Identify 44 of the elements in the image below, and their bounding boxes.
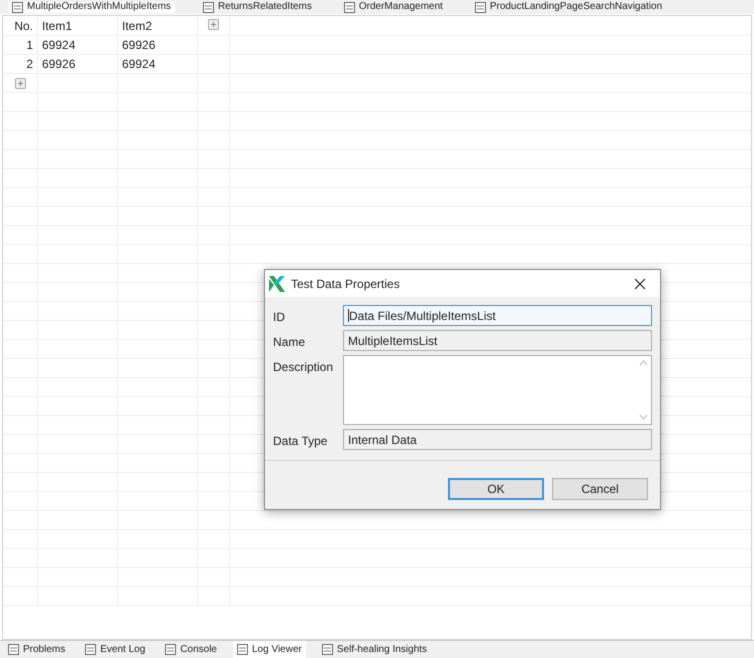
table-cell: 69926 [38,55,118,73]
table-cell: 69924 [38,36,118,54]
field-value: Internal Data [348,432,417,448]
view-tab[interactable]: Console [161,641,221,658]
column-header: Item2 [118,16,198,35]
input-field[interactable]: Internal Data [343,429,652,450]
scroll-down-icon[interactable] [638,414,648,420]
text-cursor [348,309,349,322]
input-field[interactable]: Data Files/MultipleItemsList [343,305,652,326]
add-column-icon[interactable] [208,19,219,30]
file-icon [85,644,96,655]
field-label: Description [273,359,334,376]
column-header: No. [3,16,38,35]
field-label: ID [273,309,286,326]
file-icon [8,644,19,655]
editor-tab[interactable]: ProductLandingPageSearchNavigation [470,2,666,12]
table-cell: 69926 [118,36,198,54]
field-value: MultipleItemsList [348,332,438,350]
field-value: Data Files/MultipleItemsList [349,308,496,324]
table-cell: 2 [3,55,38,73]
view-tab[interactable]: Problems [4,641,70,658]
description-field[interactable] [343,355,652,425]
input-field[interactable]: MultipleItemsList [343,330,652,351]
file-icon [322,644,333,655]
view-tab[interactable]: Self-healing Insights [318,641,431,658]
dialog-button[interactable]: OK [448,478,544,500]
table-cell: 1 [3,36,38,54]
table-cell: 69924 [118,55,198,73]
app-logo-icon [269,276,285,292]
editor-tab[interactable]: OrderManagement [340,2,447,12]
editor-tab[interactable]: ReturnsRelatedItems [198,2,316,12]
field-label: Data Type [273,433,328,450]
add-row-icon[interactable] [14,78,26,88]
view-tab[interactable]: Log Viewer [233,641,306,658]
editor-tab[interactable]: MultipleOrdersWithMultipleItems [8,2,175,12]
file-icon [165,644,176,655]
dialog-button[interactable]: Cancel [552,478,648,500]
close-icon[interactable] [634,278,646,290]
view-tab[interactable]: Event Log [81,641,150,658]
dialog-title: Test Data Properties [291,276,401,292]
file-icon [237,644,248,655]
scroll-up-icon[interactable] [638,360,648,366]
field-label: Name [273,334,306,351]
column-header: Item1 [38,16,118,35]
